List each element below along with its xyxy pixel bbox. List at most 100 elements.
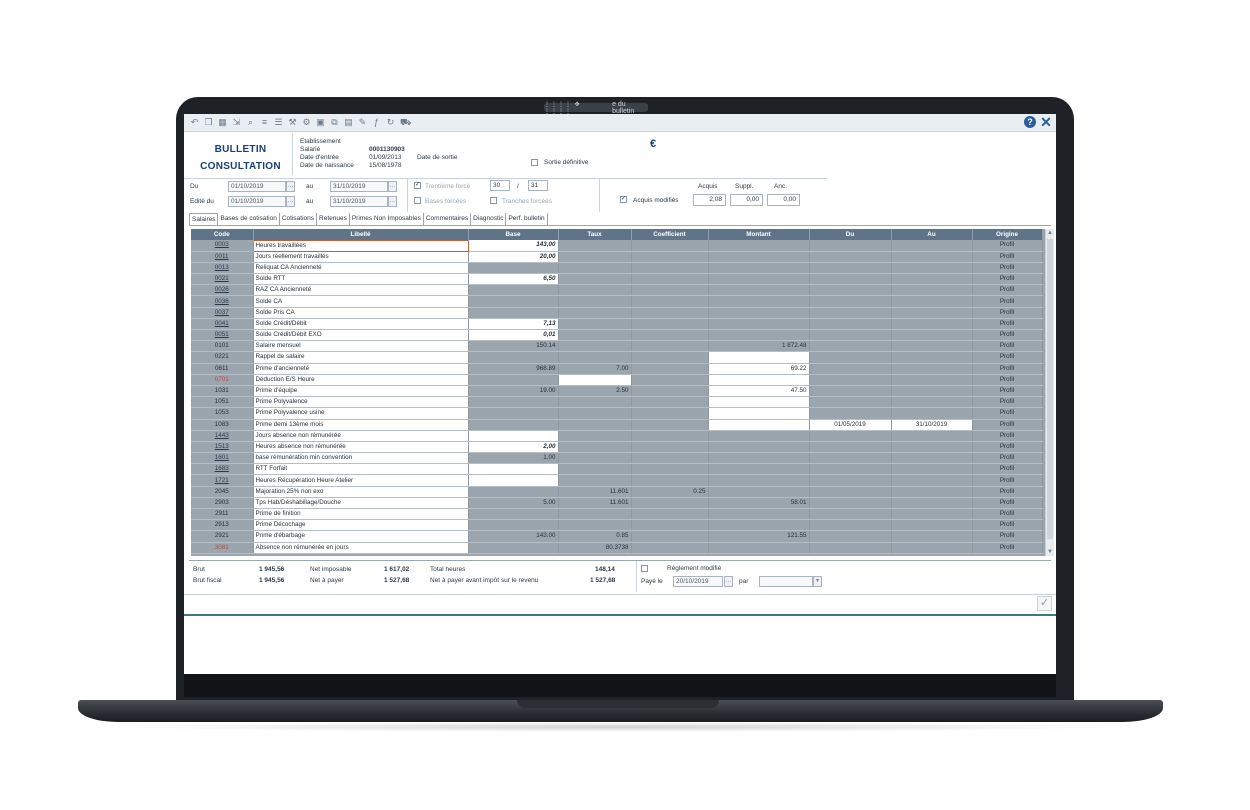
code-cell[interactable]: 2045 [191,486,254,498]
tab-diagnostic[interactable]: Diagnostic [471,213,507,225]
code-cell[interactable]: 0036 [191,295,254,308]
suppl-input[interactable]: 0,00 [730,194,763,206]
column-header[interactable]: Coefficient [631,229,709,240]
function-icon[interactable]: ƒ [372,118,381,127]
table-row[interactable]: 1513 Heures absence non rémunérée 2,00 Prof… [191,441,1043,454]
code-cell[interactable]: 0037 [191,307,254,319]
code-cell[interactable]: 0011 [191,251,254,263]
edite-du-field[interactable]: 01/10/2019 [228,196,286,207]
trentieme-den-input[interactable]: 31 [528,180,548,191]
copy-icon[interactable]: ❐ [204,118,213,127]
table-row[interactable]: 0051 Solde Crédit/Débit EXO 0,01 Profil [191,329,1043,342]
au-calendar-button[interactable]: … [388,181,397,192]
edit-icon[interactable]: ✎ [358,118,367,127]
grid-icon[interactable]: ▦ [218,118,227,127]
anc-input[interactable]: 0,00 [767,194,800,206]
code-cell[interactable]: 2911 [191,508,254,521]
code-cell[interactable]: 0221 [191,351,254,364]
code-cell[interactable]: 3081 [191,542,254,554]
code-cell[interactable]: 1443 [191,430,254,442]
table-row[interactable]: 2911 Prime de finition Profil [191,508,1043,521]
table-row[interactable]: 0036 Solde CA Profil [191,295,1043,308]
table-row[interactable]: 0011 Jours réellement travaillés 20,00 Prof… [191,251,1043,263]
tab-bases-de-cotisation[interactable]: Bases de cotisation [218,213,280,225]
code-cell[interactable]: 1053 [191,407,254,420]
close-icon[interactable]: ✕ [1040,115,1052,129]
scroll-down-icon[interactable]: ▼ [1046,548,1054,556]
table-row[interactable]: 1051 Prime Polyvalence Profil [191,396,1043,409]
search-icon[interactable]: ⌕ [246,118,255,127]
edite-au-calendar-button[interactable]: … [388,196,397,207]
code-cell[interactable]: 0003 [191,240,254,252]
help-icon[interactable]: ? [1024,116,1036,128]
code-cell[interactable]: 1051 [191,396,254,409]
drag-handle-icon[interactable]: ⋮⋮⋮⋮ ✥ ⋮⋮⋮⋮ [544,101,608,115]
table-row[interactable]: 2921 Prime d'ébarbage 143.00 0.85 121.55 Prof… [191,530,1043,543]
table-row[interactable]: 2903 Tps Hab/Déshabillage/Douche 5.00 11.60… [191,497,1043,510]
code-cell[interactable]: 2913 [191,519,254,532]
table-row[interactable]: 1443 Jours absence non rémunérée Profil [191,430,1043,442]
table-row[interactable]: 1031 Prime d'équipe 19.00 2.50 47.50 Profil [191,385,1043,398]
list-icon[interactable]: ≡ [260,118,269,127]
table-row[interactable]: 0003 Heures travaillées 143,00 Profil [191,239,1043,252]
table-row[interactable]: 1721 Heures Récupération Heure Atelier Pro… [191,474,1043,487]
par-select[interactable] [759,576,813,587]
code-cell[interactable]: 2921 [191,530,254,543]
sortie-definitive-checkbox[interactable] [531,159,538,166]
table-row[interactable]: 1683 RTT Forfait Profil [191,463,1043,476]
code-cell[interactable]: 0041 [191,318,254,331]
back-icon[interactable]: ↶ [190,118,199,127]
table-row[interactable]: 1083 Prime demi 13ème mois 01/05/2019 31/10… [191,419,1043,431]
edite-au-field[interactable]: 31/10/2019 [330,196,388,207]
calculator-icon[interactable]: ▤ [344,118,353,127]
table-row[interactable]: 1053 Prime Polyvalence usine Profil [191,407,1043,420]
grid-scrollbar[interactable]: ▲ ▼ [1045,229,1054,556]
trentieme-checkbox[interactable]: ✓ [414,182,421,189]
du-calendar-button[interactable]: … [286,181,295,192]
column-header[interactable]: Code [191,229,254,240]
acquis-modifies-checkbox[interactable]: ✓ [620,196,627,203]
filter-icon[interactable]: ☰ [274,118,283,127]
table-row[interactable]: 0037 Solde Pris CA Profil [191,307,1043,319]
code-cell[interactable]: 0101 [191,340,254,353]
code-cell[interactable]: 1721 [191,474,254,487]
tab-salaires[interactable]: Salaires [189,213,219,225]
paye-le-field[interactable]: 20/10/2019 [673,576,723,587]
column-header[interactable]: Au [891,229,973,240]
edite-du-calendar-button[interactable]: … [286,196,295,207]
trentieme-num-input[interactable]: 30 [490,180,510,191]
table-row[interactable]: 0611 Prime d'ancienneté 968.89 7.00 69.22 Pro… [191,363,1043,375]
tab-perf-bulletin[interactable]: Perf. bulletin [506,213,548,225]
validate-button[interactable]: ✓ [1037,596,1052,611]
code-cell[interactable]: 1031 [191,385,254,398]
table-row[interactable]: 0041 Solde Crédit/Débit 7,13 Profil [191,318,1043,331]
bases-forcees-checkbox[interactable] [414,197,421,204]
table-row[interactable]: 0026 RAZ CA Ancienneté Profil [191,284,1043,297]
code-cell[interactable]: 0611 [191,363,254,375]
paye-le-calendar-button[interactable]: … [724,576,733,587]
scroll-thumb[interactable] [1047,239,1053,539]
column-header[interactable]: Origine [972,229,1043,240]
column-header[interactable]: Montant [708,229,810,240]
code-cell[interactable]: 0701 [191,374,254,386]
table-row[interactable]: 0101 Salaire mensuel 150.14 1 872.48 Profil [191,340,1043,353]
tab-commentaires[interactable]: Commentaires [424,213,472,225]
code-cell[interactable]: 1083 [191,419,254,431]
par-dropdown-icon[interactable]: ▾ [813,576,822,587]
column-header[interactable]: Taux [558,229,632,240]
acquis-input[interactable]: 2,08 [693,194,726,206]
column-header[interactable]: Libellé [253,229,469,240]
column-header[interactable]: Base [468,229,559,240]
tools-icon[interactable]: ⚒ [288,118,297,127]
du-field[interactable]: 01/10/2019 [228,181,286,192]
code-cell[interactable]: 1683 [191,463,254,476]
table-row[interactable]: 0013 Reliquat CA Ancienneté Profil [191,262,1043,275]
tab-retenues[interactable]: Retenues [317,213,350,225]
table-row[interactable]: 0021 Solde RTT 6,50 Profil [191,273,1043,286]
attach-icon[interactable]: ⧉ [330,118,339,127]
tranches-forcees-checkbox[interactable] [490,197,497,204]
column-header[interactable]: Du [809,229,892,240]
export-icon[interactable]: ⇲ [232,118,241,127]
table-row[interactable]: 1601 base rémunération min convention 1,00… [191,452,1043,465]
table-row[interactable]: 3081 Absence non rémunérée en jours 80.373… [191,542,1043,554]
